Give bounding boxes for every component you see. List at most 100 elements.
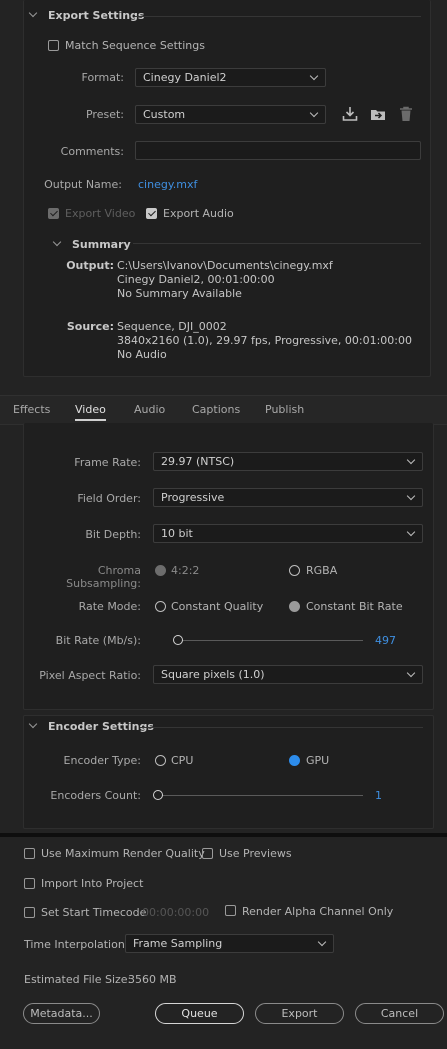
source-summary-label: Source: bbox=[66, 320, 114, 333]
encoder-cpu-radio[interactable] bbox=[155, 755, 166, 766]
metadata-button[interactable]: Metadata... bbox=[23, 1003, 100, 1024]
match-sequence-label: Match Sequence Settings bbox=[65, 39, 205, 52]
start-timecode-value[interactable]: 00:00:00:00 bbox=[142, 906, 209, 919]
tab-effects[interactable]: Effects bbox=[13, 403, 50, 416]
chevron-down-icon bbox=[406, 668, 416, 678]
field-order-dropdown[interactable]: Progressive bbox=[153, 488, 423, 507]
comments-input[interactable] bbox=[135, 141, 421, 160]
frame-rate-label: Frame Rate: bbox=[74, 456, 141, 469]
time-interpolation-value: Frame Sampling bbox=[133, 937, 223, 950]
encoder-type-label: Encoder Type: bbox=[63, 754, 141, 767]
import-preset-icon[interactable] bbox=[370, 106, 387, 122]
chroma-422-label: 4:2:2 bbox=[171, 564, 200, 577]
render-alpha-checkbox[interactable] bbox=[225, 905, 236, 916]
chevron-down-icon bbox=[406, 455, 416, 465]
field-order-value: Progressive bbox=[161, 491, 225, 504]
format-label: Format: bbox=[81, 71, 124, 84]
chevron-down-icon bbox=[309, 108, 319, 118]
encoder-gpu-label: GPU bbox=[306, 754, 330, 767]
chroma-label: Chroma Subsampling: bbox=[66, 564, 141, 590]
pixel-aspect-value: Square pixels (1.0) bbox=[161, 668, 265, 681]
chevron-down-icon bbox=[309, 71, 319, 81]
export-audio-checkbox[interactable] bbox=[146, 208, 157, 219]
preset-dropdown[interactable]: Custom bbox=[135, 105, 326, 124]
summary-title: Summary bbox=[72, 238, 131, 251]
source-summary-line: 3840x2160 (1.0), 29.97 fps, Progressive,… bbox=[117, 334, 413, 347]
use-previews-checkbox[interactable] bbox=[202, 848, 213, 859]
tab-audio[interactable]: Audio bbox=[134, 403, 165, 416]
comments-label: Comments: bbox=[60, 145, 124, 158]
time-interpolation-label: Time Interpolation: bbox=[24, 938, 129, 951]
encoders-count-value[interactable]: 1 bbox=[375, 789, 382, 802]
pixel-aspect-dropdown[interactable]: Square pixels (1.0) bbox=[153, 665, 423, 684]
header-divider bbox=[135, 16, 421, 17]
frame-rate-value: 29.97 (NTSC) bbox=[161, 455, 235, 468]
bit-rate-label: Bit Rate (Mb/s): bbox=[55, 634, 141, 647]
tab-publish[interactable]: Publish bbox=[265, 403, 304, 416]
constant-bit-rate-radio[interactable] bbox=[289, 601, 300, 612]
tab-captions[interactable]: Captions bbox=[192, 403, 240, 416]
bit-depth-dropdown[interactable]: 10 bit bbox=[153, 524, 423, 543]
encoder-settings-title: Encoder Settings bbox=[48, 720, 154, 733]
chevron-down-icon bbox=[406, 527, 416, 537]
estimated-file-size-label: Estimated File Size: bbox=[24, 973, 132, 986]
field-order-label: Field Order: bbox=[77, 492, 141, 505]
pixel-aspect-label: Pixel Aspect Ratio: bbox=[39, 669, 141, 682]
render-alpha-label: Render Alpha Channel Only bbox=[242, 905, 394, 918]
bottom-separator bbox=[0, 833, 447, 837]
bit-rate-slider-track[interactable] bbox=[175, 640, 363, 641]
max-render-quality-label: Use Maximum Render Quality bbox=[41, 847, 205, 860]
constant-quality-label: Constant Quality bbox=[171, 600, 264, 613]
preset-label: Preset: bbox=[85, 108, 124, 121]
match-sequence-checkbox[interactable] bbox=[48, 40, 59, 51]
encoder-cpu-label: CPU bbox=[171, 754, 194, 767]
chroma-422-radio[interactable] bbox=[155, 565, 166, 576]
encoder-gpu-radio[interactable] bbox=[289, 755, 300, 766]
time-interpolation-dropdown[interactable]: Frame Sampling bbox=[125, 934, 334, 953]
encoders-count-slider-track[interactable] bbox=[155, 795, 363, 796]
max-render-quality-checkbox[interactable] bbox=[24, 848, 35, 859]
use-previews-label: Use Previews bbox=[219, 847, 292, 860]
frame-rate-dropdown[interactable]: 29.97 (NTSC) bbox=[153, 452, 423, 471]
encoders-count-slider-handle[interactable] bbox=[153, 790, 163, 800]
export-video-label: Export Video bbox=[65, 207, 136, 220]
output-name-label: Output Name: bbox=[44, 178, 122, 191]
output-summary-line: Cinegy Daniel2, 00:01:00:00 bbox=[117, 273, 275, 286]
chroma-rgba-label: RGBA bbox=[306, 564, 338, 577]
save-preset-icon[interactable] bbox=[342, 106, 358, 122]
encoder-divider bbox=[140, 727, 423, 728]
rate-mode-label: Rate Mode: bbox=[78, 600, 141, 613]
summary-divider bbox=[133, 243, 421, 244]
chevron-down-icon bbox=[406, 491, 416, 501]
bit-depth-value: 10 bit bbox=[161, 527, 193, 540]
chroma-rgba-radio[interactable] bbox=[289, 565, 300, 576]
constant-bit-rate-label: Constant Bit Rate bbox=[306, 600, 403, 613]
bit-rate-slider-handle[interactable] bbox=[173, 635, 183, 645]
encoders-count-label: Encoders Count: bbox=[50, 789, 141, 802]
start-timecode-checkbox[interactable] bbox=[24, 907, 35, 918]
format-dropdown[interactable]: Cinegy Daniel2 bbox=[135, 68, 326, 87]
import-into-project-label: Import Into Project bbox=[41, 877, 144, 890]
constant-quality-radio[interactable] bbox=[155, 601, 166, 612]
queue-button[interactable]: Queue bbox=[155, 1003, 244, 1024]
export-audio-label: Export Audio bbox=[163, 207, 234, 220]
chevron-down-icon bbox=[317, 937, 327, 947]
source-summary-line: No Audio bbox=[117, 348, 167, 361]
cancel-button[interactable]: Cancel bbox=[355, 1003, 444, 1024]
output-summary-line: C:\Users\Ivanov\Documents\cinegy.mxf bbox=[117, 259, 333, 272]
start-timecode-label: Set Start Timecode bbox=[41, 906, 147, 919]
delete-preset-icon[interactable] bbox=[399, 106, 413, 122]
tab-video[interactable]: Video bbox=[75, 403, 106, 421]
format-value: Cinegy Daniel2 bbox=[143, 71, 227, 84]
import-into-project-checkbox[interactable] bbox=[24, 878, 35, 889]
output-summary-label: Output: bbox=[66, 259, 114, 272]
export-button[interactable]: Export bbox=[255, 1003, 344, 1024]
export-settings-title: Export Settings bbox=[48, 9, 145, 22]
output-summary-line: No Summary Available bbox=[117, 287, 242, 300]
preset-value: Custom bbox=[143, 108, 186, 121]
source-summary-line: Sequence, DJI_0002 bbox=[117, 320, 227, 333]
bit-rate-value[interactable]: 497 bbox=[375, 634, 396, 647]
export-video-checkbox[interactable] bbox=[48, 208, 59, 219]
output-name-link[interactable]: cinegy.mxf bbox=[138, 178, 197, 191]
bit-depth-label: Bit Depth: bbox=[85, 528, 141, 541]
